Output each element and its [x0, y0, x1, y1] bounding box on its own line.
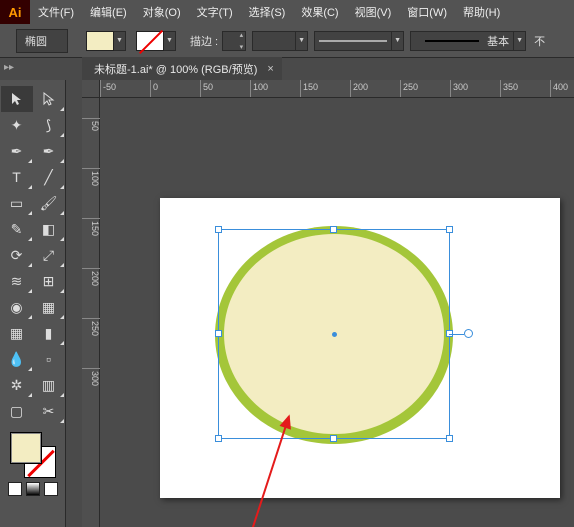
selection-tool[interactable]: [1, 86, 33, 112]
ruler-tick: 150: [82, 218, 100, 236]
pen-tool[interactable]: ✒: [1, 138, 33, 164]
menu-type[interactable]: 文字(T): [189, 0, 241, 24]
column-graph-tool[interactable]: ▥: [33, 372, 65, 398]
lasso-tool[interactable]: ⟆: [33, 112, 65, 138]
width-tool[interactable]: ≋: [1, 268, 33, 294]
gradient-tool[interactable]: ▮: [33, 320, 65, 346]
fill-stroke-indicator[interactable]: [10, 432, 56, 478]
selection-bounding-box[interactable]: [218, 229, 450, 439]
ruler-tick: 300: [82, 368, 100, 386]
document-tabs: 未标题-1.ai* @ 100% (RGB/预览) ×: [82, 58, 282, 80]
vertical-ruler[interactable]: 50 100 150 200 250 300: [82, 98, 100, 527]
ruler-tick: -50: [100, 80, 116, 98]
ruler-tick: 50: [82, 118, 100, 131]
ruler-tick: 350: [500, 80, 518, 98]
stroke-label: 描边 :: [190, 33, 218, 49]
fill-indicator[interactable]: [10, 432, 42, 464]
stroke-style-dropdown-icon[interactable]: ▼: [392, 31, 404, 51]
ruler-tick: 250: [82, 318, 100, 336]
direct-selection-tool[interactable]: [33, 86, 65, 112]
type-tool[interactable]: T: [1, 164, 33, 190]
canvas[interactable]: [100, 98, 574, 527]
mesh-tool[interactable]: ▦: [1, 320, 33, 346]
magic-wand-tool[interactable]: ✦: [1, 112, 33, 138]
blend-tool[interactable]: ▫: [33, 346, 65, 372]
shaper-tool[interactable]: ✎: [1, 216, 33, 242]
menu-bar: Ai 文件(F) 编辑(E) 对象(O) 文字(T) 选择(S) 效果(C) 视…: [0, 0, 574, 24]
options-bar: 椭圆 ▼ ▼ 描边 : ▼ ▼ 基本 ▼ 不: [0, 24, 574, 58]
ruler-tick: 100: [82, 168, 100, 186]
stroke-color-swatch[interactable]: [136, 31, 164, 51]
menu-view[interactable]: 视图(V): [347, 0, 400, 24]
paintbrush-tool[interactable]: 🖌: [33, 190, 65, 216]
rotate-tool[interactable]: ⟳: [1, 242, 33, 268]
selection-center-icon: [332, 332, 337, 337]
collapse-panel-icon[interactable]: ▸▸: [4, 62, 14, 73]
color-mode-none[interactable]: [44, 482, 58, 496]
eraser-tool[interactable]: ◧: [33, 216, 65, 242]
ruler-tick: 200: [82, 268, 100, 286]
ruler-tick: 250: [400, 80, 418, 98]
stroke-style-dropdown[interactable]: [314, 31, 392, 51]
shape-builder-tool[interactable]: ◉: [1, 294, 33, 320]
resize-handle-bottom-right[interactable]: [446, 435, 453, 442]
variable-width-profile[interactable]: [252, 31, 296, 51]
opacity-label-truncated: 不: [534, 33, 545, 49]
curvature-tool[interactable]: ✒: [33, 138, 65, 164]
menu-edit[interactable]: 编辑(E): [82, 0, 135, 24]
shape-name-dropdown[interactable]: 椭圆: [16, 29, 68, 53]
color-mode-gradient[interactable]: [26, 482, 40, 496]
menu-select[interactable]: 选择(S): [241, 0, 294, 24]
fill-color-swatch[interactable]: [86, 31, 114, 51]
variable-width-dropdown-icon[interactable]: ▼: [296, 31, 308, 51]
resize-handle-top-mid[interactable]: [330, 226, 337, 233]
symbol-sprayer-tool[interactable]: ✲: [1, 372, 33, 398]
menu-help[interactable]: 帮助(H): [455, 0, 508, 24]
slice-tool[interactable]: ✂: [33, 398, 65, 424]
rectangle-tool[interactable]: ▭: [1, 190, 33, 216]
rotation-handle[interactable]: [464, 329, 473, 338]
fill-color-dropdown-icon[interactable]: ▼: [114, 31, 126, 51]
line-segment-tool[interactable]: ╱: [33, 164, 65, 190]
menu-window[interactable]: 窗口(W): [399, 0, 455, 24]
ruler-tick: 50: [200, 80, 213, 98]
ruler-tick: 100: [250, 80, 268, 98]
ruler-tick: 0: [150, 80, 158, 98]
ruler-tick: 400: [550, 80, 568, 98]
menu-file[interactable]: 文件(F): [30, 0, 82, 24]
resize-handle-bottom-left[interactable]: [215, 435, 222, 442]
eyedropper-tool[interactable]: 💧: [1, 346, 33, 372]
free-transform-tool[interactable]: ⊞: [33, 268, 65, 294]
scale-tool[interactable]: ⤢: [33, 242, 65, 268]
app-logo: Ai: [0, 0, 30, 24]
document-tab-title: 未标题-1.ai* @ 100% (RGB/预览): [94, 61, 257, 77]
brush-definition-label: 基本: [487, 33, 509, 49]
ruler-origin[interactable]: [82, 80, 100, 98]
stroke-weight-input[interactable]: [222, 31, 246, 51]
ruler-tick: 150: [300, 80, 318, 98]
close-tab-icon[interactable]: ×: [267, 63, 273, 75]
perspective-grid-tool[interactable]: ▦: [33, 294, 65, 320]
menu-effect[interactable]: 效果(C): [293, 0, 346, 24]
rotation-handle-line: [449, 334, 464, 335]
brush-dropdown-icon[interactable]: ▼: [514, 31, 526, 51]
resize-handle-bottom-mid[interactable]: [330, 435, 337, 442]
horizontal-ruler[interactable]: -50 0 50 100 150 200 250 300 350 400: [82, 80, 574, 98]
ruler-tick: 300: [450, 80, 468, 98]
document-tab[interactable]: 未标题-1.ai* @ 100% (RGB/预览) ×: [82, 57, 282, 81]
resize-handle-top-left[interactable]: [215, 226, 222, 233]
menu-object[interactable]: 对象(O): [135, 0, 189, 24]
brush-definition[interactable]: 基本: [410, 31, 514, 51]
artboard-tool[interactable]: ▢: [1, 398, 33, 424]
resize-handle-mid-left[interactable]: [215, 330, 222, 337]
stroke-color-dropdown-icon[interactable]: ▼: [164, 31, 176, 51]
color-mode-solid[interactable]: [8, 482, 22, 496]
resize-handle-top-right[interactable]: [446, 226, 453, 233]
ruler-tick: 200: [350, 80, 368, 98]
tools-panel: ✦ ⟆ ✒ ✒ T ╱ ▭ 🖌 ✎ ◧ ⟳ ⤢ ≋ ⊞ ◉ ▦ ▦ ▮ 💧 ▫ …: [0, 80, 66, 527]
